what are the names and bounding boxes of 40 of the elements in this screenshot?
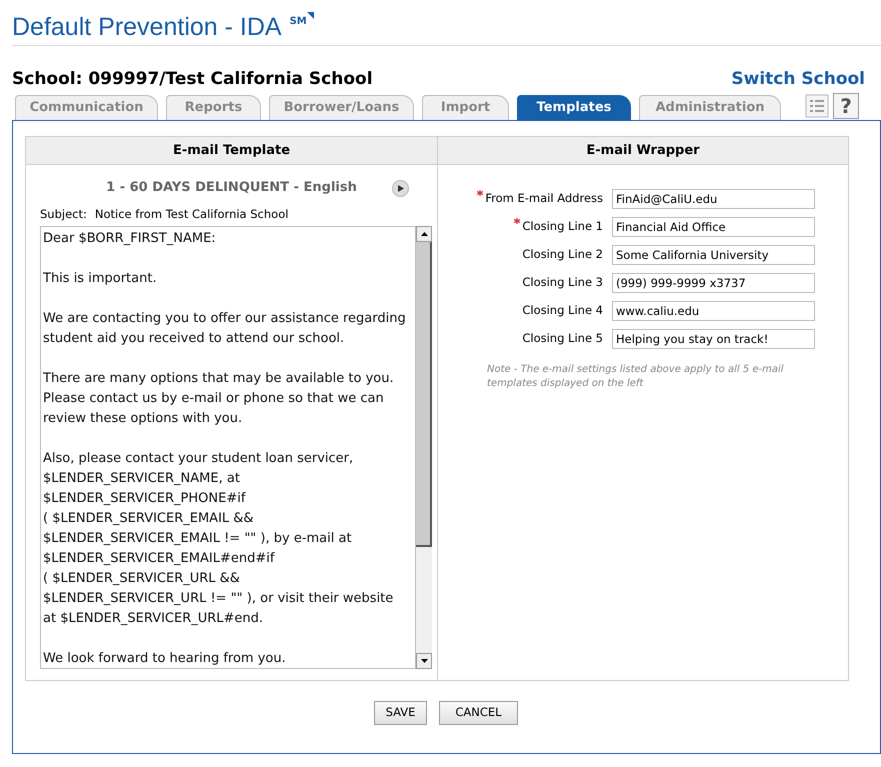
input-field[interactable]: www.caliu.edu [612, 301, 815, 321]
input-field[interactable]: Some California University [612, 245, 815, 265]
action-button[interactable]: SAVE [374, 701, 427, 725]
field-label: Closing Line 4 [522, 302, 603, 320]
input-field[interactable]: Helping you stay on track! [612, 329, 815, 349]
list-icon[interactable] [805, 94, 829, 118]
message-body-field[interactable] [40, 226, 416, 669]
field-label: Closing Line 1 [522, 218, 603, 236]
field-label: Closing Line 3 [522, 274, 603, 292]
input-field[interactable]: Financial Aid Office [612, 217, 815, 237]
school-label: School: 099997/Test California School [12, 68, 373, 92]
subject-text: Notice from Test California School [94, 206, 288, 224]
message-paragraph: We are contacting you to offer our assistance regarding student aid you received to attend our school. [43, 310, 407, 348]
message-paragraph: We look forward to hearing from you. [43, 650, 287, 668]
up-arrow-icon[interactable] [420, 232, 428, 236]
service-mark: SM [290, 15, 307, 29]
message-paragraph: This is important. [43, 270, 158, 288]
field-label: Closing Line 2 [522, 246, 603, 264]
column-header: E-mail Wrapper [438, 137, 848, 165]
input-field[interactable]: FinAid@CaliU.edu [612, 189, 815, 209]
note-text: Note - The e-mail settings listed above apply to all 5 e-mail templates displayed on the left [487, 363, 785, 391]
message-paragraph: Dear $BORR_FIRST_NAME: [43, 230, 217, 248]
help-button[interactable]: ? [833, 93, 859, 119]
down-arrow-icon[interactable] [420, 659, 428, 663]
action-button[interactable]: CANCEL [439, 701, 518, 725]
field-label: Closing Line 5 [522, 330, 603, 348]
field-label: From E-mail Address [485, 190, 603, 208]
tab[interactable]: Templates [517, 95, 631, 120]
column-header: E-mail Template [26, 137, 437, 165]
scrollbar[interactable] [416, 226, 432, 669]
template-name: 1 - 60 DAYS DELINQUENT - English [106, 179, 357, 198]
switch-school-link[interactable]: Switch School [731, 67, 865, 93]
subject-label: Subject: [40, 206, 87, 224]
input-field[interactable]: (999) 999-9999 x3737 [612, 273, 815, 293]
next-button[interactable] [392, 180, 409, 197]
app-title: Default Prevention - IDA [12, 12, 282, 43]
message-paragraph: Also, please contact your student loan servicer, $LENDER_SERVICER_NAME, at $LENDER_SERVICER_PHONE#if ( $LENDER_SERVICER_EMAIL && $LENDER_SERVICER_EMAIL != "" ), by e-mail at $LENDER_SERVICER_EMAIL#end#if ( $LENDER_SERVICER_URL && $LENDER_SERVICER_URL != "" ), or visit their website at $LENDER_SERVICER_URL#end. [43, 450, 394, 628]
corner-icon [306, 12, 314, 19]
play-icon [398, 185, 404, 192]
message-paragraph: There are many options that may be available to you. Please contact us by e-mail or phone so that we can review these options with you. [43, 370, 395, 428]
